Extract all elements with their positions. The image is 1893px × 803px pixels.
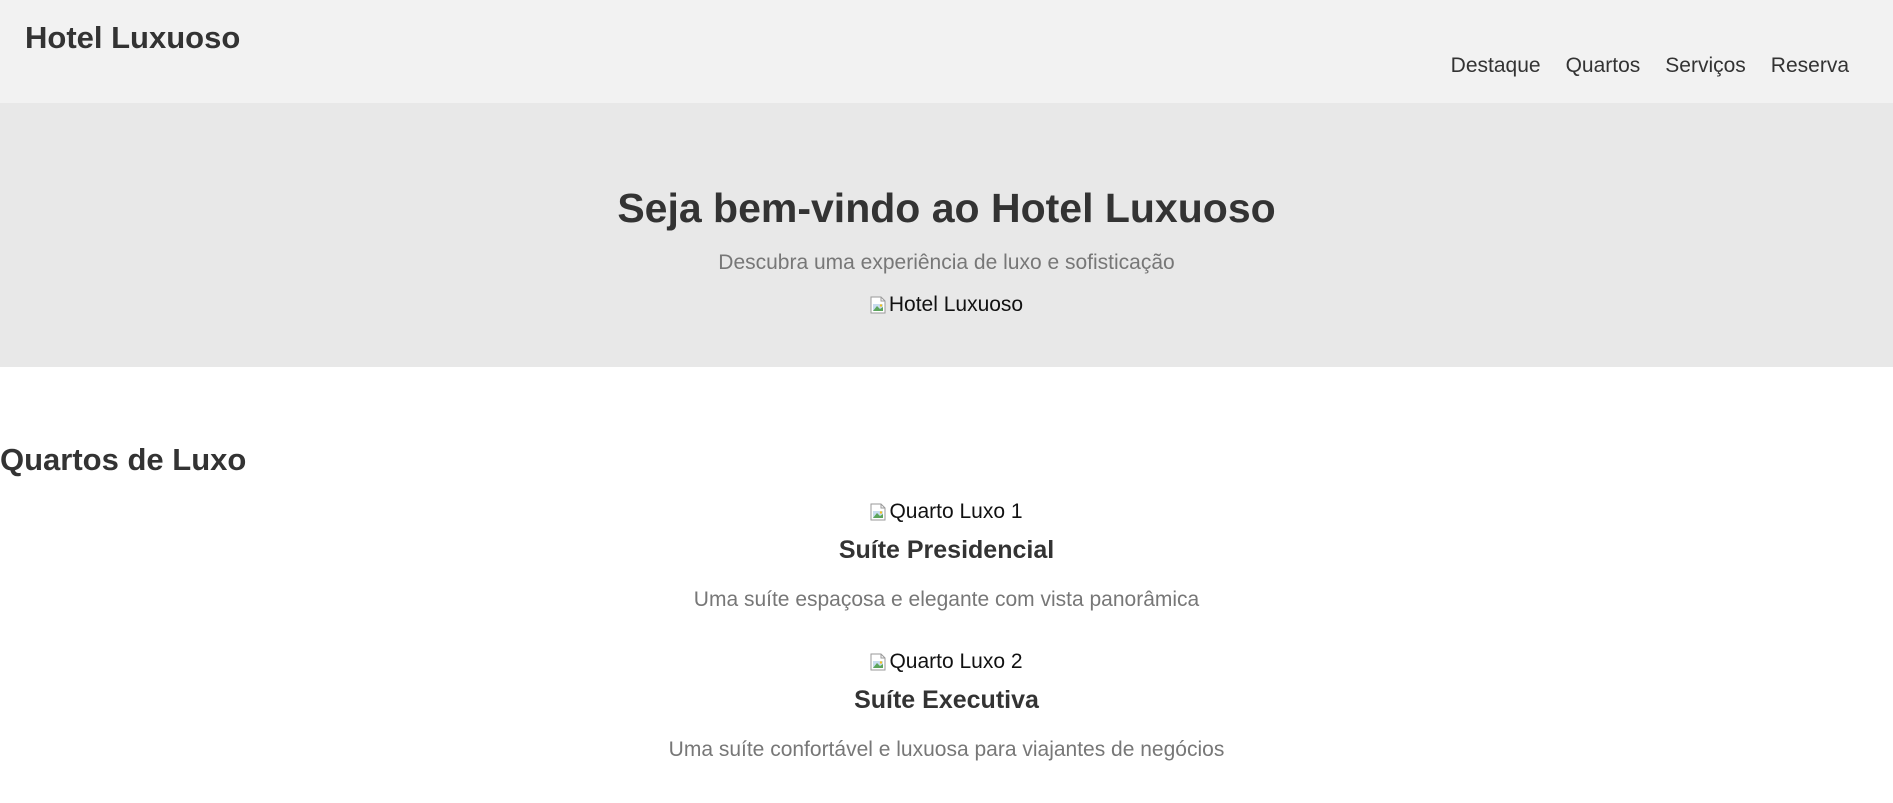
room-image-alt: Quarto Luxo 2 bbox=[889, 650, 1023, 673]
room-image-alt: Quarto Luxo 1 bbox=[889, 500, 1023, 523]
hero-title: Seja bem-vindo ao Hotel Luxuoso bbox=[617, 185, 1276, 231]
main-nav: Destaque Quartos Serviços Reserva bbox=[1451, 53, 1849, 79]
site-logo: Hotel Luxuoso bbox=[25, 20, 241, 55]
room-image-wrap: Quarto Luxo 2 bbox=[0, 650, 1893, 676]
nav-link-quartos[interactable]: Quartos bbox=[1566, 53, 1641, 79]
broken-image-icon bbox=[870, 653, 886, 671]
room-description: Uma suíte espaçosa e elegante com vista … bbox=[693, 588, 1200, 611]
nav-link-servicos[interactable]: Serviços bbox=[1665, 53, 1746, 79]
nav-link-destaque[interactable]: Destaque bbox=[1451, 53, 1541, 79]
hero-image: Hotel Luxuoso bbox=[870, 293, 1023, 317]
hero-subtitle: Descubra uma experiência de luxo e sofis… bbox=[718, 251, 1175, 274]
hero-image-wrap: Hotel Luxuoso bbox=[0, 293, 1893, 319]
room-image: Quarto Luxo 1 bbox=[870, 500, 1023, 524]
broken-image-icon bbox=[870, 296, 886, 314]
nav-link-reserva[interactable]: Reserva bbox=[1771, 53, 1849, 79]
hero-section: Seja bem-vindo ao Hotel Luxuoso Descubra… bbox=[0, 103, 1893, 367]
room-image-wrap: Quarto Luxo 1 bbox=[0, 500, 1893, 526]
room-description: Uma suíte confortável e luxuosa para via… bbox=[668, 738, 1225, 761]
room-image: Quarto Luxo 2 bbox=[870, 650, 1023, 674]
broken-image-icon bbox=[870, 503, 886, 521]
room-name: Suíte Executiva bbox=[854, 686, 1039, 714]
rooms-section-title: Quartos de Luxo bbox=[0, 442, 247, 477]
site-header: Hotel Luxuoso Destaque Quartos Serviços … bbox=[0, 0, 1893, 103]
hero-image-alt: Hotel Luxuoso bbox=[888, 293, 1024, 316]
room-name: Suíte Presidencial bbox=[838, 536, 1055, 564]
